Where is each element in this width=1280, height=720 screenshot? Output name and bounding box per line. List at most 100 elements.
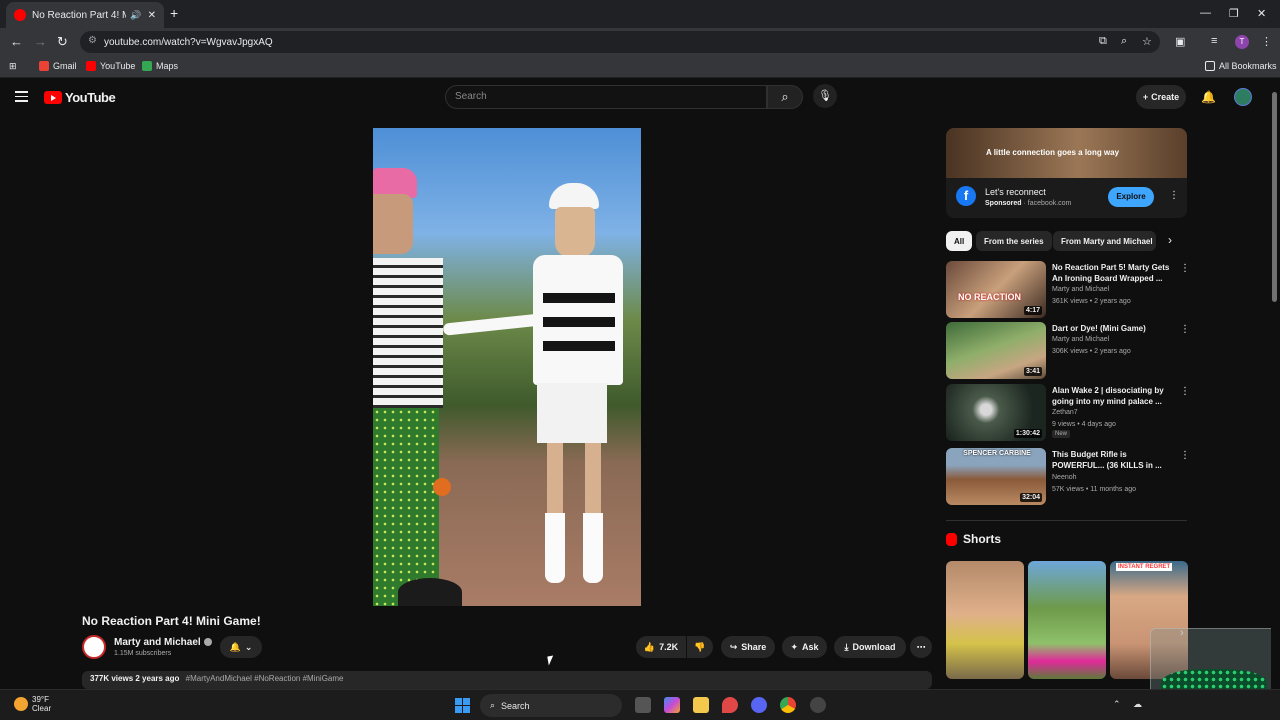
subscribed-bell-button[interactable]: 🔔 ⌄ — [220, 636, 262, 658]
video-duration: 3:41 — [1023, 367, 1042, 376]
youtube-header: YouTube Search ⌕ 🎙 + Create 🔔 — [0, 78, 1270, 118]
sparkle-icon: ✦ — [790, 641, 799, 652]
voice-search-icon[interactable]: 🎙 — [813, 84, 837, 108]
more-vert-icon[interactable]: ⋮ — [1180, 450, 1190, 461]
ad-meta: Sponsored · facebook.com — [985, 200, 1072, 207]
channel-name[interactable]: Marty and Michael — [114, 637, 212, 648]
taskbar-search[interactable]: ⌕ Search — [480, 694, 622, 717]
facebook-icon: f — [956, 186, 976, 206]
video-person-right — [513, 183, 638, 593]
media-control-icon[interactable]: ≡ — [1211, 35, 1217, 47]
windows-start-icon[interactable] — [455, 698, 470, 713]
like-count: 7.2K — [659, 642, 679, 652]
recommendation-thumbnail[interactable]: SPENCER CARBINE 32:04 — [946, 448, 1046, 505]
recommendation-item[interactable]: SPENCER CARBINE 32:04 This Budget Rifle … — [946, 448, 1190, 506]
video-person-left — [373, 168, 443, 606]
obs-icon[interactable] — [810, 697, 826, 713]
speaker-icon[interactable]: 🔊 — [130, 10, 141, 21]
network-icon[interactable]: ☁ — [1133, 699, 1142, 710]
browser-tab[interactable]: No Reaction Part 4! Mini Ga... 🔊 ✕ — [6, 2, 164, 28]
like-button[interactable]: 👍 7.2K — [636, 636, 686, 658]
recommendation-channel: Marty and Michael — [1052, 286, 1110, 293]
description-box[interactable]: 377K views 2 years ago #MartyAndMichael … — [82, 671, 932, 689]
account-avatar[interactable] — [1234, 88, 1252, 106]
new-tab-button[interactable]: + — [170, 5, 178, 21]
install-app-icon[interactable]: ⧉ — [1099, 35, 1107, 48]
video-ball — [433, 478, 451, 496]
profile-avatar[interactable]: T — [1235, 35, 1249, 49]
recommendation-thumbnail[interactable]: NO REACTION 4:17 — [946, 261, 1046, 318]
create-button[interactable]: + Create — [1136, 85, 1186, 109]
address-bar[interactable]: ⚙ youtube.com/watch?v=WgvavJpgxAQ — [80, 31, 1160, 53]
hashtags[interactable]: #MartyAndMichael #NoReaction #MiniGame — [186, 674, 344, 683]
bookmark-youtube[interactable]: YouTube — [86, 61, 135, 71]
all-bookmarks[interactable]: All Bookmarks — [1205, 61, 1277, 71]
file-explorer-icon[interactable] — [693, 697, 709, 713]
more-vert-icon[interactable]: ⋮ — [1180, 324, 1190, 335]
upload-age: 2 years ago — [135, 674, 180, 683]
reload-icon[interactable]: ↻ — [57, 34, 68, 50]
site-info-icon[interactable]: ⚙ — [88, 35, 97, 46]
close-window-icon[interactable]: ✕ — [1257, 7, 1266, 20]
more-vert-icon[interactable]: ⋮ — [1180, 263, 1190, 274]
video-player[interactable] — [373, 128, 641, 606]
all-bookmarks-label: All Bookmarks — [1219, 61, 1277, 71]
recommendation-item[interactable]: NO REACTION 4:17 No Reaction Part 5! Mar… — [946, 261, 1190, 319]
chip-from-series[interactable]: From the series — [976, 231, 1052, 251]
search-input[interactable]: Search — [445, 85, 767, 109]
back-icon[interactable]: ← — [10, 34, 23, 49]
channel-avatar[interactable] — [82, 635, 106, 659]
chevron-right-icon[interactable]: › — [1168, 233, 1172, 247]
maps-pin-icon[interactable] — [722, 697, 738, 713]
short-thumbnail[interactable] — [946, 561, 1024, 679]
minimize-icon[interactable]: — — [1200, 7, 1211, 19]
download-label: Download — [852, 642, 896, 652]
forward-icon[interactable]: → — [34, 34, 47, 49]
video-title: No Reaction Part 4! Mini Game! — [82, 614, 261, 628]
more-actions-button[interactable]: ⋯ — [910, 636, 932, 658]
menu-icon[interactable] — [15, 91, 28, 105]
ask-button[interactable]: ✦ Ask — [782, 636, 827, 658]
task-view-icon[interactable] — [635, 697, 651, 713]
apps-grid-icon[interactable]: ⊞ — [9, 61, 17, 72]
ad-more-icon[interactable]: ⋮ — [1169, 190, 1179, 201]
scrollbar-thumb[interactable] — [1272, 92, 1277, 302]
page-scrollbar[interactable] — [1271, 80, 1278, 689]
chip-all[interactable]: All — [946, 231, 973, 251]
windows-taskbar: 39°F Clear ⌕ Search ⌃ ☁ — [0, 689, 1280, 720]
recommendation-title: Dart or Dye! (Mini Game) — [1052, 324, 1146, 333]
tab-close-icon[interactable]: ✕ — [148, 10, 156, 21]
weather-widget[interactable]: 39°F Clear — [14, 695, 51, 713]
browser-toolbar: ← → ↻ ⚙ youtube.com/watch?v=WgvavJpgxAQ … — [0, 28, 1280, 56]
divider — [946, 520, 1187, 521]
copilot-icon[interactable] — [664, 697, 680, 713]
zoom-icon[interactable]: ⌕ — [1121, 35, 1127, 48]
bookmark-maps[interactable]: Maps — [142, 61, 178, 71]
youtube-logo[interactable]: YouTube — [44, 90, 116, 105]
dislike-button[interactable]: 👎 — [687, 636, 713, 658]
tray-overflow-icon[interactable]: ⌃ — [1113, 699, 1121, 710]
bookmark-star-icon[interactable]: ☆ — [1142, 35, 1152, 48]
side-panel-icon[interactable]: ▣ — [1175, 35, 1185, 48]
bookmark-gmail[interactable]: Gmail — [39, 61, 77, 71]
ad-explore-button[interactable]: Explore — [1108, 187, 1154, 207]
sponsored-ad[interactable]: A little connection goes a long way f Le… — [946, 128, 1187, 218]
notifications-bell-icon[interactable]: 🔔 — [1201, 90, 1216, 104]
search-button[interactable]: ⌕ — [767, 85, 803, 109]
discord-icon[interactable] — [751, 697, 767, 713]
recommendation-meta: 57K views • 11 months ago — [1052, 486, 1137, 493]
chip-from-channel[interactable]: From Marty and Michael — [1053, 231, 1156, 251]
bell-icon: 🔔 — [229, 641, 241, 652]
chrome-icon[interactable] — [780, 697, 796, 713]
more-vert-icon[interactable]: ⋮ — [1180, 386, 1190, 397]
recommendation-item[interactable]: 1:30:42 Alan Wake 2 | dissociating by go… — [946, 384, 1190, 442]
browser-menu-icon[interactable]: ⋮ — [1261, 35, 1272, 48]
recommendation-thumbnail[interactable]: 3:41 — [946, 322, 1046, 379]
share-button[interactable]: ↪ Share — [721, 636, 775, 658]
recommendation-thumbnail[interactable]: 1:30:42 — [946, 384, 1046, 441]
short-thumbnail[interactable] — [1028, 561, 1106, 679]
restore-icon[interactable]: ❐ — [1229, 7, 1239, 20]
ad-sponsored-label: Sponsored — [985, 200, 1022, 207]
download-button[interactable]: ⤓ Download — [834, 636, 906, 658]
recommendation-item[interactable]: 3:41 Dart or Dye! (Mini Game) Marty and … — [946, 322, 1190, 380]
